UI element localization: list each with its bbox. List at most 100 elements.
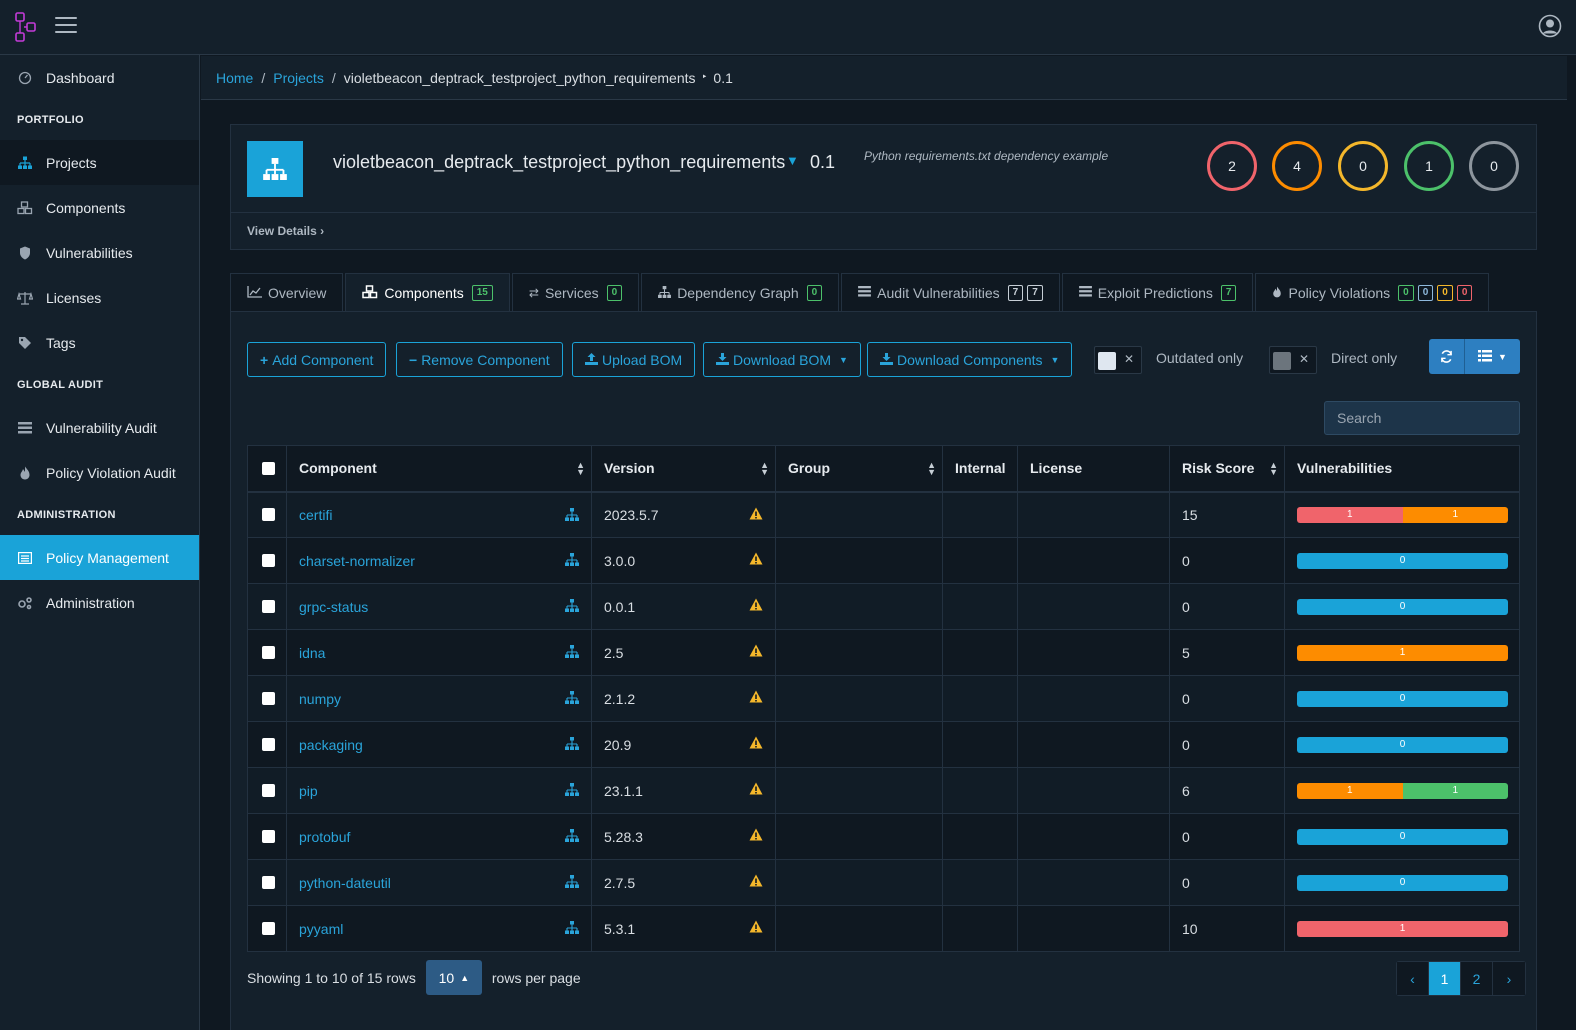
dependency-tree-icon[interactable] bbox=[565, 645, 579, 661]
pagination-page-1[interactable]: 1 bbox=[1429, 962, 1461, 995]
version-value: 2023.5.7 bbox=[604, 506, 659, 523]
column-header-risk-score[interactable]: Risk Score ▲ ▼ bbox=[1169, 445, 1285, 493]
tab-dependency-graph[interactable]: Dependency Graph 0 bbox=[641, 273, 840, 312]
table-row: pyyaml 5.3.1 10 1 bbox=[247, 905, 1520, 952]
tab-audit-vulnerabilities[interactable]: Audit Vulnerabilities 7 7 bbox=[841, 273, 1060, 312]
breadcrumb-home[interactable]: Home bbox=[216, 70, 253, 86]
component-link[interactable]: python-dateutil bbox=[299, 875, 391, 891]
sidebar-item-dashboard[interactable]: Dashboard bbox=[0, 55, 199, 100]
column-header-group[interactable]: Group ▲ ▼ bbox=[775, 445, 943, 493]
row-select-cell bbox=[247, 767, 287, 814]
tab-overview[interactable]: Overview bbox=[230, 273, 344, 312]
sidebar-item-vulnerability-audit[interactable]: Vulnerability Audit bbox=[0, 405, 199, 450]
sidebar-item-policy-management[interactable]: Policy Management bbox=[0, 535, 199, 580]
row-checkbox[interactable] bbox=[262, 922, 275, 935]
sidebar-section-administration: ADMINISTRATION bbox=[17, 509, 116, 521]
menu-toggle-icon[interactable] bbox=[55, 17, 77, 37]
caret-down-icon: ▼ bbox=[839, 354, 848, 365]
tab-exploit-predictions[interactable]: Exploit Predictions 7 bbox=[1061, 273, 1254, 312]
version-cell: 0.0.1 bbox=[591, 583, 776, 630]
warning-icon bbox=[749, 690, 763, 706]
select-all-checkbox[interactable] bbox=[262, 461, 275, 475]
row-select-cell bbox=[247, 813, 287, 860]
column-header-version[interactable]: Version ▲ ▼ bbox=[591, 445, 776, 493]
vulnerability-bar: 0 bbox=[1297, 828, 1508, 845]
dependency-tree-icon[interactable] bbox=[565, 599, 579, 615]
tab-services[interactable]: ⇄ Services 0 bbox=[511, 273, 640, 312]
row-checkbox[interactable] bbox=[262, 508, 275, 522]
dependency-tree-icon[interactable] bbox=[565, 875, 579, 891]
component-link[interactable]: grpc-status bbox=[299, 599, 368, 615]
component-link[interactable]: protobuf bbox=[299, 829, 350, 845]
component-link[interactable]: idna bbox=[299, 645, 325, 661]
version-value: 2.1.2 bbox=[604, 690, 636, 707]
group-cell bbox=[775, 629, 943, 676]
vulnerabilities-cell: 1 bbox=[1284, 629, 1520, 676]
risk-score-cell: 0 bbox=[1169, 675, 1285, 722]
download-components-button[interactable]: Download Components ▼ bbox=[867, 342, 1073, 377]
pagination-prev[interactable]: ‹ bbox=[1397, 962, 1429, 995]
sidebar-item-components[interactable]: Components bbox=[0, 185, 199, 230]
dependency-tree-icon[interactable] bbox=[565, 691, 579, 707]
page-size-dropdown[interactable]: 10 ▲ bbox=[425, 960, 482, 995]
sidebar: Dashboard PORTFOLIO Projects Components … bbox=[0, 55, 200, 1030]
dependency-tree-icon[interactable] bbox=[565, 507, 579, 524]
column-header-component[interactable]: Component ▲ ▼ bbox=[286, 445, 592, 493]
sidebar-item-projects[interactable]: Projects bbox=[0, 140, 199, 185]
sidebar-item-vulnerabilities[interactable]: Vulnerabilities bbox=[0, 230, 199, 275]
upload-icon bbox=[585, 352, 598, 368]
row-checkbox[interactable] bbox=[262, 738, 275, 751]
group-cell bbox=[775, 813, 943, 860]
search-input[interactable] bbox=[1324, 401, 1520, 435]
sidebar-item-administration[interactable]: Administration bbox=[0, 580, 199, 625]
row-checkbox[interactable] bbox=[262, 876, 275, 889]
refresh-icon[interactable] bbox=[1429, 339, 1465, 374]
view-details-link[interactable]: View Details › bbox=[247, 224, 324, 238]
dashboard-icon bbox=[17, 70, 33, 86]
outdated-only-toggle[interactable]: ✕ bbox=[1094, 346, 1142, 374]
download-bom-button[interactable]: Download BOM ▼ bbox=[703, 342, 861, 377]
internal-cell bbox=[942, 491, 1018, 538]
version-dropdown-icon[interactable]: ▼ bbox=[786, 153, 799, 168]
sidebar-item-policy-violation-audit[interactable]: Policy Violation Audit bbox=[0, 450, 199, 495]
plus-icon: + bbox=[260, 351, 269, 368]
add-component-button[interactable]: + Add Component bbox=[247, 342, 387, 377]
component-link[interactable]: charset-normalizer bbox=[299, 553, 415, 569]
component-link[interactable]: certifi bbox=[299, 507, 332, 523]
columns-toggle-button[interactable]: ▼ bbox=[1465, 339, 1520, 374]
tab-label: Audit Vulnerabilities bbox=[877, 285, 1000, 301]
remove-component-button[interactable]: − Remove Component bbox=[396, 342, 563, 377]
tab-policy-violations[interactable]: Policy Violations 0 0 0 0 bbox=[1255, 273, 1490, 312]
dependency-tree-icon[interactable] bbox=[565, 737, 579, 753]
pagination-next[interactable]: › bbox=[1493, 962, 1525, 995]
row-checkbox[interactable] bbox=[262, 600, 275, 613]
component-cell: pyyaml bbox=[286, 905, 592, 952]
component-link[interactable]: numpy bbox=[299, 691, 341, 707]
row-checkbox[interactable] bbox=[262, 784, 275, 797]
table-body: certifi 2023.5.7 15 11 charset-normalize… bbox=[247, 491, 1520, 952]
dependency-tree-icon[interactable] bbox=[565, 553, 579, 569]
row-checkbox[interactable] bbox=[262, 830, 275, 843]
row-checkbox[interactable] bbox=[262, 692, 275, 705]
tab-components[interactable]: Components 15 bbox=[345, 273, 510, 312]
user-profile-icon[interactable] bbox=[1538, 14, 1562, 38]
component-link[interactable]: pyyaml bbox=[299, 921, 343, 937]
project-name: violetbeacon_deptrack_testproject_python… bbox=[333, 152, 786, 172]
sidebar-item-licenses[interactable]: Licenses bbox=[0, 275, 199, 320]
dependency-tree-icon[interactable] bbox=[565, 829, 579, 845]
row-checkbox[interactable] bbox=[262, 554, 275, 567]
dependency-tree-icon[interactable] bbox=[565, 783, 579, 799]
component-link[interactable]: packaging bbox=[299, 737, 363, 753]
component-link[interactable]: pip bbox=[299, 783, 318, 799]
pagination-page-2[interactable]: 2 bbox=[1461, 962, 1493, 995]
upload-bom-button[interactable]: Upload BOM bbox=[572, 342, 696, 377]
tab-label: Services bbox=[544, 285, 599, 301]
breadcrumb-projects[interactable]: Projects bbox=[273, 70, 324, 86]
component-cell: charset-normalizer bbox=[286, 537, 592, 584]
vulnerability-segment: 1 bbox=[1297, 782, 1403, 799]
app-logo[interactable] bbox=[15, 12, 37, 42]
row-checkbox[interactable] bbox=[262, 646, 275, 659]
sidebar-item-tags[interactable]: Tags bbox=[0, 320, 199, 365]
direct-only-toggle[interactable]: ✕ bbox=[1269, 346, 1317, 374]
dependency-tree-icon[interactable] bbox=[565, 921, 579, 937]
